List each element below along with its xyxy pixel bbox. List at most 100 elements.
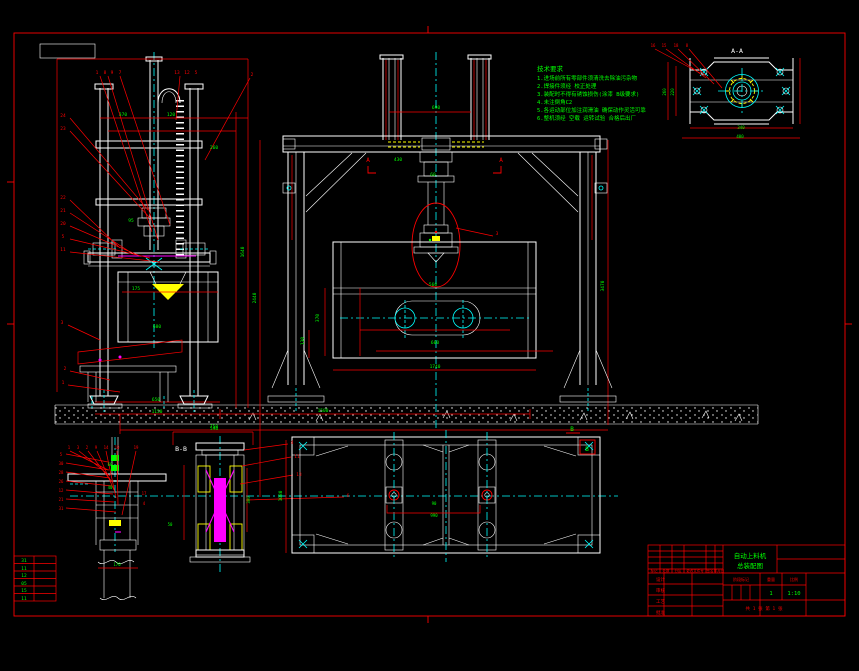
dim-label: 300 bbox=[246, 496, 251, 504]
note-line: 2.焊接件须经 校正处理 bbox=[537, 82, 597, 90]
dim-label: 95 bbox=[128, 218, 134, 224]
dim-label: 690 bbox=[432, 105, 440, 111]
dim-label: 370 bbox=[119, 112, 127, 118]
dim-label: 10 bbox=[115, 445, 120, 450]
dim-label: 31 bbox=[59, 506, 64, 511]
tb-sheets: 共 1 张 第 1 张 bbox=[746, 605, 783, 612]
corner-cell: 15 bbox=[21, 588, 27, 594]
dim-label: 2440 bbox=[252, 292, 258, 303]
dim-label: 30 bbox=[59, 461, 64, 466]
dim-label: 2 bbox=[64, 366, 67, 372]
drawing-title-line2: 总装配图 bbox=[737, 561, 763, 570]
dim-label: 9 bbox=[111, 70, 114, 76]
dim-label: 23 bbox=[60, 126, 66, 132]
dim-label: 2 bbox=[251, 72, 254, 78]
dim-label: 1 bbox=[62, 380, 65, 386]
dim-label: 4 bbox=[291, 440, 294, 446]
dim-label: B-B bbox=[175, 445, 187, 453]
note-line: 6.整机须经 空载 运转试验 合格后出厂 bbox=[537, 114, 637, 122]
dim-label: 28 bbox=[59, 470, 64, 475]
dim-label: 18 bbox=[674, 43, 679, 48]
note-line: 5.各运动部位加注润滑油 确保动作灵活可靠 bbox=[537, 106, 646, 114]
corner-cell: 05 bbox=[21, 581, 27, 587]
tb-row-process: 工艺 bbox=[656, 599, 665, 605]
note-line: 1.进场前所有零部件须清洗去除油污杂物 bbox=[537, 74, 638, 82]
note-line: 4.未注倒角C2 bbox=[537, 98, 572, 106]
dim-label: 60 bbox=[108, 462, 113, 467]
sheet-background bbox=[0, 0, 859, 671]
dim-label: A bbox=[366, 157, 370, 164]
dim-label: 1640 bbox=[240, 246, 246, 257]
corner-cell: 12 bbox=[21, 573, 27, 579]
dim-label: 650 bbox=[152, 397, 160, 403]
dim-label: 21 bbox=[60, 208, 66, 214]
dim-label: 17 bbox=[142, 491, 147, 496]
dim-label: 430 bbox=[394, 157, 402, 163]
dim-label: 13 bbox=[174, 70, 180, 76]
corner-cell: 11 bbox=[21, 596, 27, 602]
dim-label: 560 bbox=[429, 282, 437, 288]
dim-label: 40 bbox=[108, 485, 113, 490]
dim-label: 3 bbox=[61, 320, 64, 326]
tb-header-zone: 分区 bbox=[675, 568, 683, 573]
corner-cell: 31 bbox=[21, 558, 27, 564]
dim-label: 5 bbox=[62, 234, 65, 240]
dim-label: B bbox=[570, 426, 574, 433]
dim-label: 16 bbox=[651, 43, 656, 48]
dim-label: 3 bbox=[496, 231, 499, 237]
tb-weight-label: 重量 bbox=[767, 576, 775, 582]
dim-label: 990 bbox=[430, 513, 438, 518]
dim-label: 130 bbox=[300, 337, 306, 345]
tb-header-doc: 更改文件号 bbox=[686, 568, 704, 573]
dim-label: 50 bbox=[168, 522, 173, 527]
dim-label: 680 bbox=[153, 324, 161, 330]
corner-cell: 11 bbox=[21, 566, 27, 572]
dim-label: 1740 bbox=[430, 364, 441, 370]
tb-header-mark: 标记 bbox=[651, 568, 659, 573]
dim-label: B bbox=[585, 446, 589, 453]
dim-label: A-A bbox=[731, 47, 743, 55]
dim-label: 7 bbox=[119, 70, 122, 76]
note-line: 3.装配时不得有锈蚀损伤(涂漆 B级要求) bbox=[537, 90, 639, 98]
dim-label: 12 bbox=[184, 70, 190, 76]
tb-stage-label: 阶段标记 bbox=[733, 576, 749, 582]
dim-label: 600 bbox=[431, 340, 439, 346]
cad-drawing-canvas: 技术要求 1.进场前所有零部件须清洗去除油污杂物 2.焊接件须经 校正处理 3.… bbox=[0, 0, 859, 671]
dim-label: 6 bbox=[347, 493, 350, 499]
dim-label: 175 bbox=[132, 286, 140, 292]
dim-label: 1080 bbox=[278, 490, 284, 501]
dim-label: 1150 bbox=[152, 409, 163, 415]
notes-title: 技术要求 bbox=[537, 64, 564, 73]
dim-label: 22 bbox=[60, 195, 66, 201]
dim-label: 340 bbox=[737, 125, 745, 130]
dim-label: 90 bbox=[432, 501, 437, 506]
dim-label: 14 bbox=[104, 445, 109, 450]
dim-label: 220 bbox=[670, 88, 675, 96]
dim-label: 8 bbox=[104, 70, 107, 76]
dim-label: 20 bbox=[60, 221, 66, 227]
dim-label: 26 bbox=[59, 479, 64, 484]
dim-label: 120 bbox=[167, 112, 175, 118]
dim-label: 1500 bbox=[318, 408, 329, 414]
dim-label: 13 bbox=[296, 472, 302, 478]
dim-label: 3470 bbox=[600, 280, 606, 291]
dim-label: 19 bbox=[134, 445, 139, 450]
dim-label: 12 bbox=[59, 488, 64, 493]
tb-weight-value: 1 bbox=[769, 591, 772, 597]
dim-label: 370 bbox=[315, 314, 321, 322]
dim-label: 170 bbox=[113, 562, 121, 567]
dim-label: 11 bbox=[294, 454, 300, 460]
dim-label: 24 bbox=[60, 113, 66, 119]
dim-label: 590 bbox=[210, 426, 218, 432]
tb-row-approve: 批准 bbox=[656, 609, 665, 616]
dim-label: A bbox=[499, 157, 503, 164]
cad-drawing: 技术要求 1.进场前所有零部件须清洗去除油污杂物 2.焊接件须经 校正处理 3.… bbox=[0, 0, 859, 671]
tb-scale-value: 1:10 bbox=[787, 591, 800, 597]
tb-row-design: 设计 bbox=[656, 576, 665, 583]
dim-label: 400 bbox=[736, 134, 744, 139]
tb-header-count: 处数 bbox=[663, 568, 671, 573]
dim-label: 21 bbox=[59, 497, 64, 502]
dim-label: 15 bbox=[662, 43, 667, 48]
tb-row-check: 审核 bbox=[656, 587, 665, 594]
dim-label: 260 bbox=[662, 88, 667, 96]
